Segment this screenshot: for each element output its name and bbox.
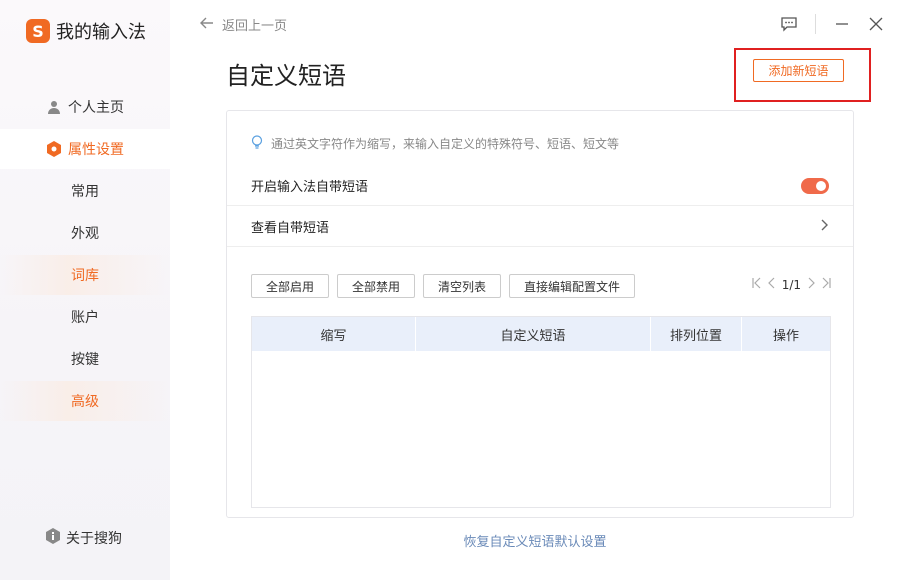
disable-all-button[interactable]: 全部禁用 — [337, 274, 416, 298]
column-header-abbr: 缩写 — [252, 317, 416, 351]
sidebar-item-label: 按键 — [71, 352, 99, 368]
phrase-table: 缩写 自定义短语 排列位置 操作 — [251, 316, 831, 508]
column-header-actions: 操作 — [772, 328, 799, 344]
sidebar-item-label: 外观 — [71, 226, 99, 242]
next-page-icon[interactable] — [807, 277, 815, 292]
sidebar-item-label: 关于搜狗 — [66, 531, 122, 547]
chevron-right-icon — [821, 219, 829, 235]
last-page-icon[interactable] — [821, 277, 831, 292]
sidebar-item-label: 常用 — [71, 184, 99, 200]
close-icon[interactable] — [866, 14, 886, 34]
app-title: 我的输入法 — [56, 22, 146, 43]
page-indicator: 1/1 — [781, 277, 801, 292]
sidebar-item-label: 个人主页 — [68, 100, 124, 116]
sidebar-item-label: 词库 — [71, 268, 99, 284]
enable-builtin-row: 开启输入法自带短语 — [227, 166, 853, 206]
info-icon — [46, 528, 60, 548]
view-builtin-row[interactable]: 查看自带短语 — [227, 207, 853, 247]
main-content: 返回上一页 自定义短语 添加新短语 通过英文字符作为缩写，来输入自定义的特殊符号… — [170, 0, 900, 580]
restore-defaults-link[interactable]: 恢复自定义短语默认设置 — [170, 531, 900, 550]
clear-list-button[interactable]: 清空列表 — [423, 274, 502, 298]
sidebar-subitem-appearance[interactable]: 外观 — [0, 213, 170, 253]
minimize-icon[interactable] — [832, 14, 852, 34]
edit-config-file-button[interactable]: 直接编辑配置文件 — [509, 274, 636, 298]
enable-builtin-label: 开启输入法自带短语 — [251, 180, 369, 195]
tip-text: 通过英文字符作为缩写，来输入自定义的特殊符号、短语、短文等 — [271, 137, 620, 151]
sogou-logo-icon: S — [26, 19, 50, 43]
arrow-left-icon — [200, 17, 214, 33]
back-label: 返回上一页 — [222, 19, 288, 34]
sidebar-item-settings[interactable]: 属性设置 — [0, 129, 170, 169]
view-builtin-label: 查看自带短语 — [251, 221, 330, 236]
app-logo: S 我的输入法 — [26, 18, 146, 44]
sidebar-subitem-dictionary[interactable]: 词库 — [0, 255, 170, 295]
sidebar-item-about[interactable]: 关于搜狗 — [46, 528, 122, 548]
first-page-icon[interactable] — [752, 277, 762, 292]
phrase-settings-card: 通过英文字符作为缩写，来输入自定义的特殊符号、短语、短文等 开启输入法自带短语 … — [226, 110, 854, 518]
sidebar-subitem-keys[interactable]: 按键 — [0, 339, 170, 379]
table-header: 缩写 自定义短语 排列位置 操作 — [252, 317, 830, 351]
tip-row: 通过英文字符作为缩写，来输入自定义的特殊符号、短语、短文等 — [251, 135, 619, 152]
action-buttons: 全部启用 全部禁用 清空列表 直接编辑配置文件 — [251, 274, 636, 298]
page-title: 自定义短语 — [226, 62, 346, 90]
highlight-box — [734, 48, 871, 102]
column-header-position: 排列位置 — [651, 317, 742, 351]
sidebar-item-label: 高级 — [71, 394, 99, 410]
sidebar-item-profile[interactable]: 个人主页 — [0, 87, 170, 127]
prev-page-icon[interactable] — [767, 277, 776, 292]
sidebar-subitem-advanced[interactable]: 高级 — [0, 381, 170, 421]
enable-builtin-toggle[interactable] — [801, 177, 829, 194]
sidebar-item-label: 账户 — [71, 310, 99, 326]
sidebar-item-label: 属性设置 — [68, 142, 124, 158]
enable-all-button[interactable]: 全部启用 — [251, 274, 330, 298]
pagination: 1/1 — [752, 277, 831, 292]
user-icon — [46, 99, 62, 115]
hexagon-settings-icon — [46, 141, 62, 157]
sidebar: S 我的输入法 个人主页 属性设置 常用 外观 词库 账户 按键 高级 关于搜狗 — [0, 0, 170, 580]
lightbulb-icon — [251, 135, 263, 152]
sidebar-subitem-account[interactable]: 账户 — [0, 297, 170, 337]
sidebar-subitem-common[interactable]: 常用 — [0, 171, 170, 211]
feedback-icon[interactable] — [779, 14, 799, 34]
title-bar-divider — [815, 14, 816, 34]
back-link[interactable]: 返回上一页 — [200, 15, 287, 34]
column-header-phrase: 自定义短语 — [416, 317, 651, 351]
